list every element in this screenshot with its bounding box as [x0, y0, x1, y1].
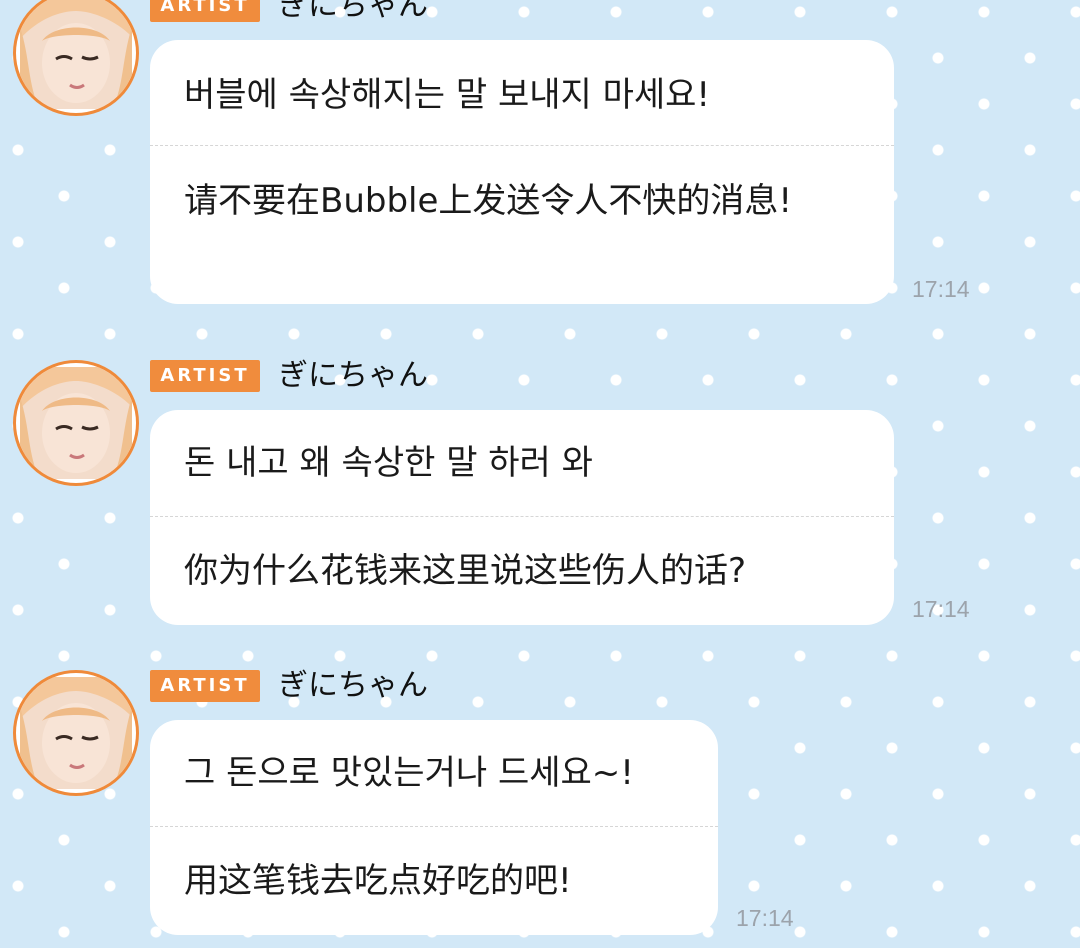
avatar-photo-icon — [20, 677, 132, 789]
artist-badge: ARTIST — [150, 0, 260, 22]
korean-text: 돈 내고 왜 속상한 말 하러 와 — [184, 443, 593, 483]
message-timestamp: 17:14 — [736, 905, 794, 931]
bubble-divider — [150, 516, 894, 517]
artist-badge: ARTIST — [150, 670, 260, 702]
chat-message: ARTIST ぎにちゃん 그 돈으로 맛있는거나 드세요~! 用这笔钱去吃点好吃… — [0, 665, 1080, 948]
chinese-text: 用这笔钱去吃点好吃的吧! — [184, 861, 572, 901]
message-bubble[interactable]: 버블에 속상해지는 말 보내지 마세요! 请不要在Bubble上发送令人不快的消… — [150, 40, 894, 304]
sender-name: ぎにちゃん — [278, 0, 428, 23]
chat-message: ARTIST ぎにちゃん 버블에 속상해지는 말 보내지 마세요! 请不要在Bu… — [0, 0, 1080, 320]
chat-message: ARTIST ぎにちゃん 돈 내고 왜 속상한 말 하러 와 你为什么花钱来这里… — [0, 355, 1080, 635]
artist-badge: ARTIST — [150, 360, 260, 392]
message-bubble[interactable]: 그 돈으로 맛있는거나 드세요~! 用这笔钱去吃点好吃的吧! — [150, 720, 718, 935]
message-timestamp: 17:14 — [912, 276, 970, 302]
bubble-divider — [150, 145, 894, 146]
message-bubble[interactable]: 돈 내고 왜 속상한 말 하러 와 你为什么花钱来这里说这些伤人的话? — [150, 410, 894, 625]
avatar-photo-icon — [20, 367, 132, 479]
chinese-text: 请不要在Bubble上发送令人不快的消息! — [184, 181, 793, 221]
bubble-divider — [150, 826, 718, 827]
avatar-photo-icon — [20, 0, 132, 109]
chinese-text: 你为什么花钱来这里说这些伤人的话? — [184, 551, 747, 591]
message-timestamp: 17:14 — [912, 596, 970, 622]
sender-name: ぎにちゃん — [278, 668, 428, 703]
sender-name: ぎにちゃん — [278, 358, 428, 393]
artist-avatar[interactable] — [13, 0, 139, 116]
artist-avatar[interactable] — [13, 670, 139, 796]
artist-avatar[interactable] — [13, 360, 139, 486]
korean-text: 그 돈으로 맛있는거나 드세요~! — [184, 753, 634, 793]
korean-text: 버블에 속상해지는 말 보내지 마세요! — [184, 75, 711, 115]
